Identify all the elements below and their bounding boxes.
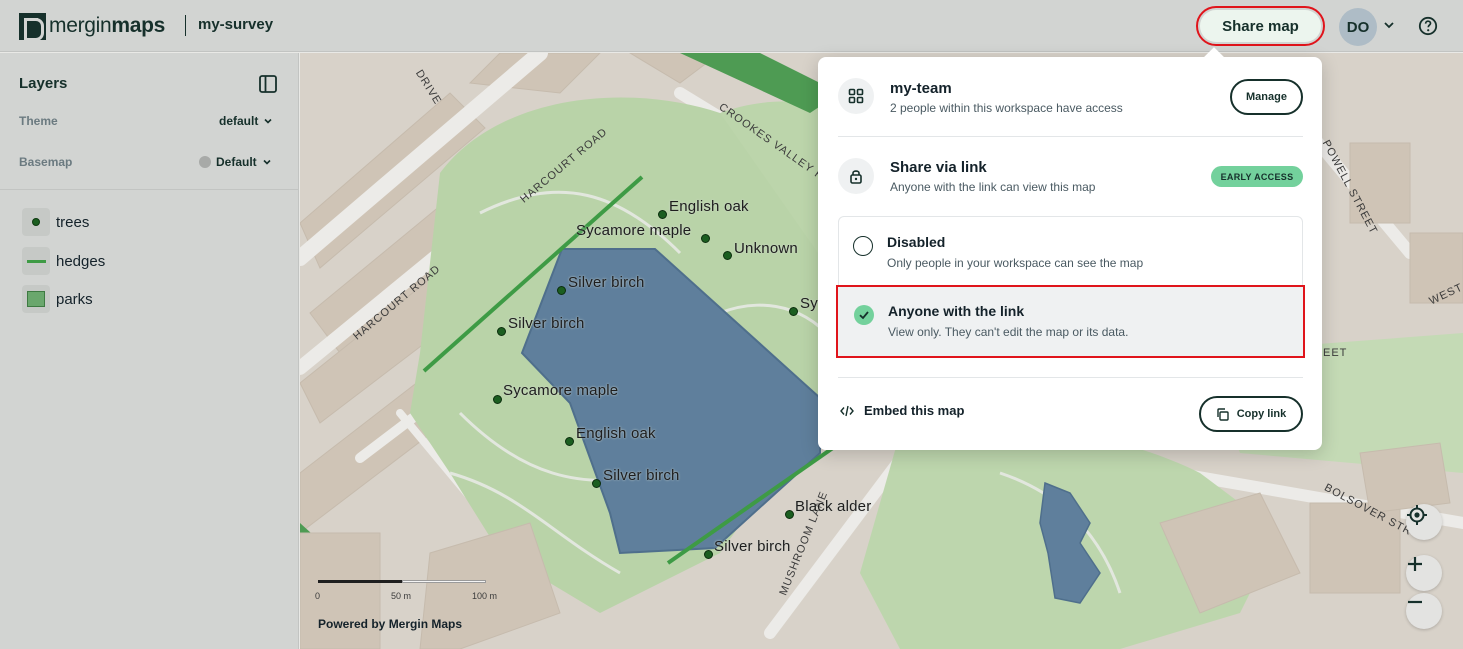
tree-point[interactable] — [493, 395, 502, 404]
basemap-label: Basemap — [19, 155, 73, 169]
dialog-divider — [838, 136, 1303, 137]
option-anyone-with-link[interactable]: Anyone with the link View only. They can… — [836, 285, 1305, 358]
line-symbol-icon — [22, 247, 50, 275]
share-map-dialog: my-team 2 people within this workspace h… — [818, 57, 1322, 450]
copy-link-label: Copy link — [1236, 408, 1287, 420]
street-label: EET — [1323, 347, 1348, 359]
tree-point[interactable] — [497, 327, 506, 336]
layer-item-parks[interactable]: parks — [22, 285, 93, 313]
help-icon[interactable] — [1418, 16, 1438, 36]
workspace-name: my-team — [890, 80, 952, 97]
embed-label: Embed this map — [864, 403, 965, 418]
sidebar-divider — [0, 189, 298, 190]
tree-point[interactable] — [658, 210, 667, 219]
tree-label: Silver birch — [568, 274, 645, 291]
tree-point[interactable] — [785, 510, 794, 519]
tree-label: Sycamore maple — [576, 222, 692, 239]
theme-select[interactable]: default — [219, 114, 273, 128]
tree-label: English oak — [576, 425, 656, 442]
tree-label: Black alder — [795, 498, 872, 515]
zoom-out-button[interactable] — [1406, 593, 1442, 629]
theme-label: Theme — [19, 114, 58, 128]
option-title: Disabled — [887, 234, 946, 250]
code-icon — [840, 405, 854, 416]
tree-label: Silver birch — [714, 538, 791, 555]
tree-label: Silver birch — [603, 467, 680, 484]
zoom-in-button[interactable] — [1406, 555, 1442, 591]
sidebar-title: Layers — [19, 75, 68, 92]
layer-label: hedges — [56, 252, 106, 270]
scale-label: 100 m — [472, 591, 498, 601]
project-name[interactable]: my-survey — [198, 16, 273, 33]
radio-checked-icon[interactable] — [854, 305, 874, 325]
option-subtitle: View only. They can't edit the map or it… — [888, 325, 1129, 339]
basemap-select[interactable]: Default — [199, 155, 272, 169]
layer-label: parks — [56, 290, 93, 308]
share-map-button[interactable]: Share map — [1196, 6, 1325, 46]
logo-icon — [19, 12, 46, 41]
polygon-symbol-icon — [22, 285, 50, 313]
share-via-link-subtitle: Anyone with the link can view this map — [890, 180, 1096, 194]
link-access-options: Disabled Only people in your workspace c… — [836, 216, 1305, 358]
layer-item-trees[interactable]: trees — [22, 208, 89, 236]
manage-button[interactable]: Manage — [1230, 79, 1303, 115]
attribution[interactable]: Powered by Mergin Maps — [318, 617, 462, 631]
mergin-maps-logo[interactable]: merginmaps — [19, 12, 166, 41]
basemap-value: Default — [216, 155, 257, 169]
layer-label: trees — [56, 213, 90, 231]
tree-label: English oak — [669, 198, 749, 215]
workspace-icon — [838, 78, 874, 114]
minus-icon — [1408, 600, 1422, 604]
tree-point[interactable] — [723, 251, 732, 260]
scale-label: 0 — [315, 591, 321, 601]
collapse-panel-icon[interactable] — [258, 74, 278, 94]
locate-button[interactable] — [1406, 504, 1442, 540]
lock-icon — [838, 158, 874, 194]
copy-link-button[interactable]: Copy link — [1199, 396, 1303, 432]
layers-sidebar: Layers Theme default Basemap Default tre… — [0, 53, 299, 649]
chevron-down-icon — [263, 159, 271, 165]
tree-point[interactable] — [592, 479, 601, 488]
header-divider — [185, 15, 186, 36]
top-bar: merginmaps my-survey Share map DO — [0, 0, 1463, 52]
theme-value: default — [219, 114, 259, 128]
scale-bar — [318, 580, 486, 585]
early-access-badge: EARLY ACCESS — [1211, 166, 1303, 187]
tree-label: Unknown — [734, 240, 798, 257]
layer-item-hedges[interactable]: hedges — [22, 247, 105, 275]
workspace-access-text: 2 people within this workspace have acce… — [890, 101, 1123, 115]
radio-button[interactable] — [853, 236, 873, 256]
basemap-swatch-icon — [199, 156, 211, 168]
tree-label: Sycamore maple — [503, 382, 619, 399]
avatar[interactable]: DO — [1339, 8, 1377, 46]
copy-icon — [1217, 407, 1229, 421]
point-symbol-icon — [22, 208, 50, 236]
tree-label: Sy — [800, 295, 818, 312]
share-via-link-title: Share via link — [890, 159, 987, 176]
chevron-down-icon — [264, 118, 272, 124]
tree-label: Silver birch — [508, 315, 585, 332]
chevron-down-icon[interactable] — [1382, 18, 1396, 32]
option-subtitle: Only people in your workspace can see th… — [887, 256, 1144, 270]
option-disabled[interactable]: Disabled Only people in your workspace c… — [839, 217, 1302, 287]
tree-point[interactable] — [701, 234, 710, 243]
option-title: Anyone with the link — [888, 303, 1025, 319]
tree-point[interactable] — [704, 550, 713, 559]
scale-label: 50 m — [391, 591, 412, 601]
tree-point[interactable] — [789, 307, 798, 316]
tree-point[interactable] — [557, 286, 566, 295]
dialog-divider — [838, 377, 1303, 378]
plus-icon — [1408, 557, 1422, 571]
logo-text-light: mergin — [49, 14, 112, 37]
tree-point[interactable] — [565, 437, 574, 446]
crosshair-icon — [1407, 505, 1427, 525]
logo-text-bold: maps — [111, 14, 166, 37]
embed-map-button[interactable]: Embed this map — [840, 403, 964, 418]
share-map-label: Share map — [1200, 10, 1321, 42]
